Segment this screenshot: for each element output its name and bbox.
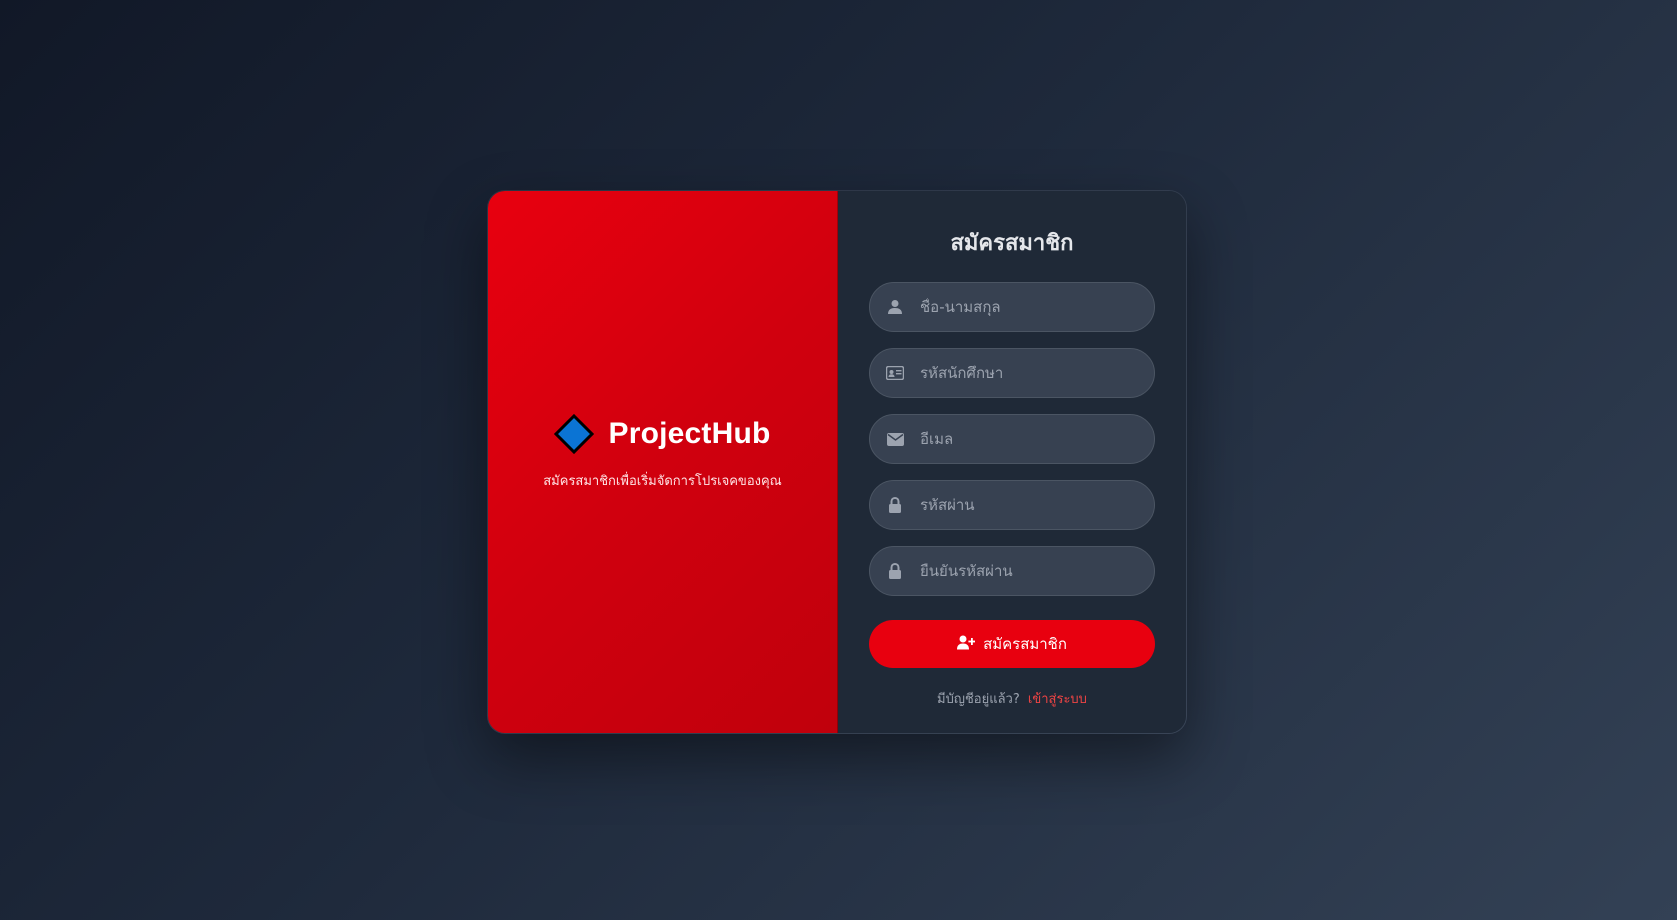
password-input[interactable] bbox=[920, 496, 1130, 514]
fullname-field bbox=[869, 282, 1155, 332]
login-link[interactable]: เข้าสู่ระบบ bbox=[1028, 692, 1087, 707]
login-prompt-text: มีบัญชีอยู่แล้ว? bbox=[937, 692, 1020, 707]
login-prompt: มีบัญชีอยู่แล้ว? เข้าสู่ระบบ bbox=[937, 688, 1087, 709]
diamond-icon bbox=[554, 413, 595, 454]
confirm-password-field bbox=[869, 546, 1155, 596]
envelope-icon bbox=[886, 430, 904, 448]
brand-subtitle: สมัครสมาชิกเพื่อเริ่มจัดการโปรเจคของคุณ bbox=[543, 473, 782, 489]
brand-title: ProjectHub bbox=[608, 416, 771, 450]
password-field bbox=[869, 480, 1155, 530]
brand-panel: ProjectHub สมัครสมาชิกเพื่อเริ่มจัดการโป… bbox=[488, 191, 838, 733]
lock-icon bbox=[886, 562, 904, 580]
fullname-input[interactable] bbox=[920, 298, 1130, 316]
email-field bbox=[869, 414, 1155, 464]
register-button[interactable]: สมัครสมาชิก bbox=[869, 620, 1155, 668]
register-button-label: สมัครสมาชิก bbox=[983, 635, 1067, 653]
confirm-password-input[interactable] bbox=[920, 562, 1130, 580]
student-id-field bbox=[869, 348, 1155, 398]
user-plus-icon bbox=[957, 635, 976, 654]
email-input[interactable] bbox=[920, 430, 1130, 448]
lock-icon bbox=[886, 496, 904, 514]
user-icon bbox=[886, 298, 904, 316]
form-title: สมัครสมาชิก bbox=[950, 231, 1074, 256]
id-card-icon bbox=[886, 364, 904, 382]
form-panel: สมัครสมาชิก ชื่อ-นามสกุล รหัสนักศึกษา อี… bbox=[838, 191, 1186, 733]
student-id-input[interactable] bbox=[920, 364, 1130, 382]
brand: ProjectHub bbox=[554, 413, 771, 454]
register-card: ProjectHub สมัครสมาชิกเพื่อเริ่มจัดการโป… bbox=[487, 190, 1187, 734]
